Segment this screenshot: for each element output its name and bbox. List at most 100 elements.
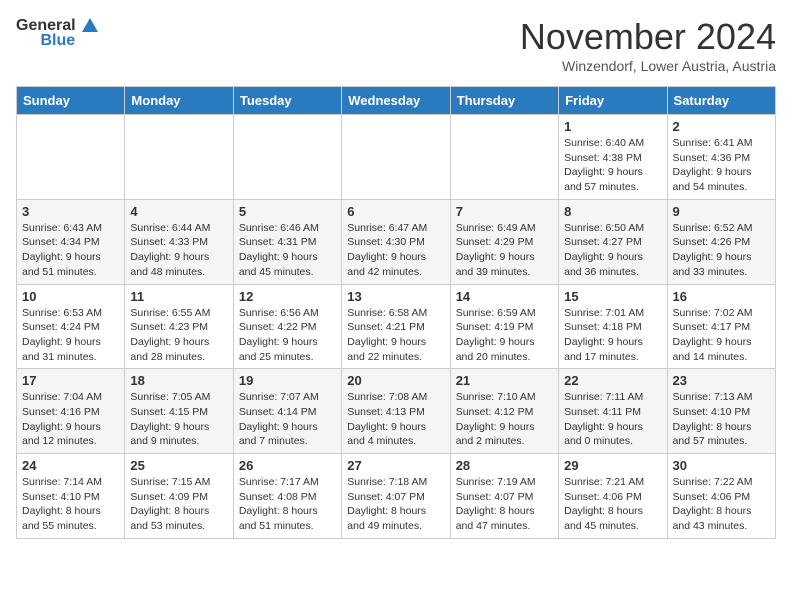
- calendar-cell: 21Sunrise: 7:10 AM Sunset: 4:12 PM Dayli…: [450, 369, 558, 454]
- calendar-cell: 13Sunrise: 6:58 AM Sunset: 4:21 PM Dayli…: [342, 284, 450, 369]
- calendar-cell: [125, 115, 233, 200]
- day-number: 1: [564, 119, 661, 134]
- day-number: 8: [564, 204, 661, 219]
- day-detail: Sunrise: 7:19 AM Sunset: 4:07 PM Dayligh…: [456, 475, 553, 534]
- day-number: 17: [22, 373, 119, 388]
- calendar-cell: 3 Sunrise: 6:43 AM Sunset: 4:34 PM Daylig…: [17, 199, 125, 284]
- day-number: 12: [239, 289, 336, 304]
- logo: General Blue: [16, 16, 100, 50]
- calendar-cell: 23 Sunrise: 7:13 AM Sunset: 4:10 PM Dayli…: [667, 369, 775, 454]
- weekday-header-tuesday: Tuesday: [233, 87, 341, 115]
- day-detail: Sunrise: 6:47 AM Sunset: 4:30 PM Dayligh…: [347, 221, 444, 280]
- day-detail: Sunrise: 7:01 AM Sunset: 4:18 PM Dayligh…: [564, 306, 661, 365]
- day-number: 20: [347, 373, 444, 388]
- day-detail: Sunrise: 7:02 AM Sunset: 4:17 PM Dayligh…: [673, 306, 770, 365]
- week-row-5: 24 Sunrise: 7:14 AM Sunset: 4:10 PM Dayli…: [17, 454, 776, 539]
- day-number: 30: [673, 458, 770, 473]
- day-number: 3: [22, 204, 119, 219]
- day-number: 9: [673, 204, 770, 219]
- weekday-header-thursday: Thursday: [450, 87, 558, 115]
- calendar-cell: 11Sunrise: 6:55 AM Sunset: 4:23 PM Dayli…: [125, 284, 233, 369]
- day-number: 11: [130, 289, 227, 304]
- day-detail: Sunrise: 6:41 AM Sunset: 4:36 PM Dayligh…: [673, 136, 770, 195]
- week-row-1: 1 Sunrise: 6:40 AM Sunset: 4:38 PM Daylig…: [17, 115, 776, 200]
- day-number: 6: [347, 204, 444, 219]
- week-row-2: 3 Sunrise: 6:43 AM Sunset: 4:34 PM Daylig…: [17, 199, 776, 284]
- day-detail: Sunrise: 7:13 AM Sunset: 4:10 PM Dayligh…: [673, 390, 770, 449]
- week-row-4: 17Sunrise: 7:04 AM Sunset: 4:16 PM Dayli…: [17, 369, 776, 454]
- day-detail: Sunrise: 6:50 AM Sunset: 4:27 PM Dayligh…: [564, 221, 661, 280]
- calendar-cell: 7Sunrise: 6:49 AM Sunset: 4:29 PM Daylig…: [450, 199, 558, 284]
- calendar-cell: 10Sunrise: 6:53 AM Sunset: 4:24 PM Dayli…: [17, 284, 125, 369]
- calendar: SundayMondayTuesdayWednesdayThursdayFrid…: [16, 86, 776, 539]
- day-detail: Sunrise: 6:43 AM Sunset: 4:34 PM Dayligh…: [22, 221, 119, 280]
- calendar-cell: 12 Sunrise: 6:56 AM Sunset: 4:22 PM Dayli…: [233, 284, 341, 369]
- day-detail: Sunrise: 6:46 AM Sunset: 4:31 PM Dayligh…: [239, 221, 336, 280]
- calendar-cell: 24 Sunrise: 7:14 AM Sunset: 4:10 PM Dayli…: [17, 454, 125, 539]
- calendar-cell: 19 Sunrise: 7:07 AM Sunset: 4:14 PM Dayli…: [233, 369, 341, 454]
- calendar-cell: 2 Sunrise: 6:41 AM Sunset: 4:36 PM Daylig…: [667, 115, 775, 200]
- calendar-cell: 8 Sunrise: 6:50 AM Sunset: 4:27 PM Daylig…: [559, 199, 667, 284]
- calendar-cell: 26 Sunrise: 7:17 AM Sunset: 4:08 PM Dayli…: [233, 454, 341, 539]
- calendar-cell: 5Sunrise: 6:46 AM Sunset: 4:31 PM Daylig…: [233, 199, 341, 284]
- day-detail: Sunrise: 6:53 AM Sunset: 4:24 PM Dayligh…: [22, 306, 119, 365]
- day-detail: Sunrise: 7:08 AM Sunset: 4:13 PM Dayligh…: [347, 390, 444, 449]
- logo-icon: [80, 16, 100, 36]
- day-detail: Sunrise: 7:11 AM Sunset: 4:11 PM Dayligh…: [564, 390, 661, 449]
- logo-blue-text: Blue: [40, 32, 75, 50]
- day-number: 23: [673, 373, 770, 388]
- calendar-cell: [342, 115, 450, 200]
- weekday-header-sunday: Sunday: [17, 87, 125, 115]
- day-number: 2: [673, 119, 770, 134]
- location-subtitle: Winzendorf, Lower Austria, Austria: [520, 58, 776, 74]
- day-detail: Sunrise: 6:40 AM Sunset: 4:38 PM Dayligh…: [564, 136, 661, 195]
- calendar-cell: 17Sunrise: 7:04 AM Sunset: 4:16 PM Dayli…: [17, 369, 125, 454]
- title-area: November 2024 Winzendorf, Lower Austria,…: [520, 16, 776, 74]
- header: General Blue November 2024 Winzendorf, L…: [16, 16, 776, 74]
- day-detail: Sunrise: 6:52 AM Sunset: 4:26 PM Dayligh…: [673, 221, 770, 280]
- calendar-cell: 1 Sunrise: 6:40 AM Sunset: 4:38 PM Daylig…: [559, 115, 667, 200]
- day-number: 14: [456, 289, 553, 304]
- day-detail: Sunrise: 7:18 AM Sunset: 4:07 PM Dayligh…: [347, 475, 444, 534]
- day-number: 21: [456, 373, 553, 388]
- calendar-cell: 15 Sunrise: 7:01 AM Sunset: 4:18 PM Dayli…: [559, 284, 667, 369]
- weekday-header-row: SundayMondayTuesdayWednesdayThursdayFrid…: [17, 87, 776, 115]
- weekday-header-saturday: Saturday: [667, 87, 775, 115]
- day-number: 19: [239, 373, 336, 388]
- day-detail: Sunrise: 6:56 AM Sunset: 4:22 PM Dayligh…: [239, 306, 336, 365]
- weekday-header-monday: Monday: [125, 87, 233, 115]
- month-title: November 2024: [520, 16, 776, 58]
- calendar-cell: 30Sunrise: 7:22 AM Sunset: 4:06 PM Dayli…: [667, 454, 775, 539]
- day-detail: Sunrise: 7:07 AM Sunset: 4:14 PM Dayligh…: [239, 390, 336, 449]
- calendar-cell: 14 Sunrise: 6:59 AM Sunset: 4:19 PM Dayli…: [450, 284, 558, 369]
- day-number: 25: [130, 458, 227, 473]
- day-detail: Sunrise: 6:58 AM Sunset: 4:21 PM Dayligh…: [347, 306, 444, 365]
- day-detail: Sunrise: 7:14 AM Sunset: 4:10 PM Dayligh…: [22, 475, 119, 534]
- day-number: 18: [130, 373, 227, 388]
- day-detail: Sunrise: 7:17 AM Sunset: 4:08 PM Dayligh…: [239, 475, 336, 534]
- calendar-cell: 16Sunrise: 7:02 AM Sunset: 4:17 PM Dayli…: [667, 284, 775, 369]
- calendar-cell: 27 Sunrise: 7:18 AM Sunset: 4:07 PM Dayli…: [342, 454, 450, 539]
- calendar-cell: 4 Sunrise: 6:44 AM Sunset: 4:33 PM Daylig…: [125, 199, 233, 284]
- day-number: 4: [130, 204, 227, 219]
- week-row-3: 10Sunrise: 6:53 AM Sunset: 4:24 PM Dayli…: [17, 284, 776, 369]
- weekday-header-wednesday: Wednesday: [342, 87, 450, 115]
- calendar-cell: 25 Sunrise: 7:15 AM Sunset: 4:09 PM Dayli…: [125, 454, 233, 539]
- day-number: 24: [22, 458, 119, 473]
- calendar-cell: 22Sunrise: 7:11 AM Sunset: 4:11 PM Dayli…: [559, 369, 667, 454]
- day-number: 28: [456, 458, 553, 473]
- day-detail: Sunrise: 7:21 AM Sunset: 4:06 PM Dayligh…: [564, 475, 661, 534]
- day-detail: Sunrise: 6:44 AM Sunset: 4:33 PM Dayligh…: [130, 221, 227, 280]
- calendar-cell: [17, 115, 125, 200]
- day-number: 26: [239, 458, 336, 473]
- day-detail: Sunrise: 7:05 AM Sunset: 4:15 PM Dayligh…: [130, 390, 227, 449]
- calendar-cell: 20 Sunrise: 7:08 AM Sunset: 4:13 PM Dayli…: [342, 369, 450, 454]
- day-number: 27: [347, 458, 444, 473]
- day-detail: Sunrise: 7:15 AM Sunset: 4:09 PM Dayligh…: [130, 475, 227, 534]
- day-detail: Sunrise: 6:59 AM Sunset: 4:19 PM Dayligh…: [456, 306, 553, 365]
- day-number: 29: [564, 458, 661, 473]
- weekday-header-friday: Friday: [559, 87, 667, 115]
- calendar-cell: 9 Sunrise: 6:52 AM Sunset: 4:26 PM Daylig…: [667, 199, 775, 284]
- day-number: 15: [564, 289, 661, 304]
- calendar-cell: 28 Sunrise: 7:19 AM Sunset: 4:07 PM Dayli…: [450, 454, 558, 539]
